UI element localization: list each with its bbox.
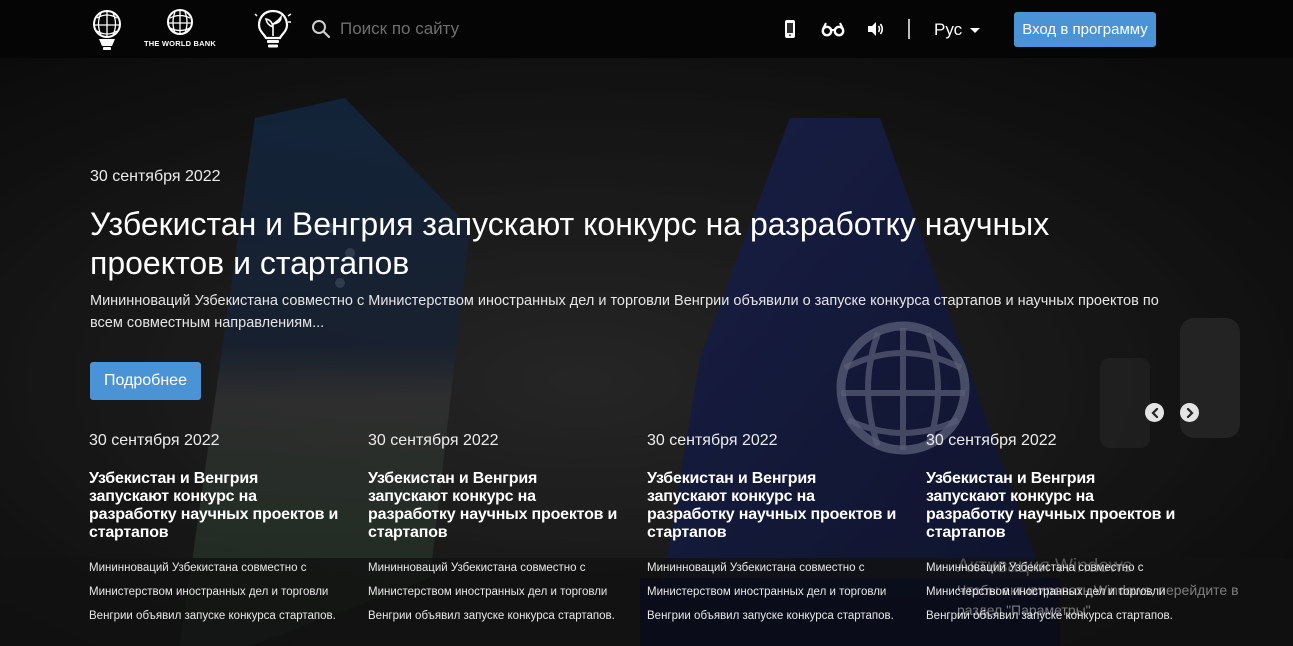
search-icon[interactable] xyxy=(310,18,332,40)
news-card[interactable]: 30 сентября 2022 Узбекистан и Венгрия за… xyxy=(368,432,630,628)
news-card-date: 30 сентября 2022 xyxy=(926,432,1057,449)
top-navigation-bar: THE WORLD BANK Поиск по сайту Рус Вход в… xyxy=(0,0,1293,58)
bulb-logo-icon[interactable] xyxy=(254,8,292,52)
world-bank-logo-text: THE WORLD BANK xyxy=(144,39,216,48)
toolbar-divider xyxy=(908,19,910,39)
mobile-icon[interactable] xyxy=(778,18,802,40)
language-selector[interactable]: Рус xyxy=(934,19,981,41)
carousel-prev-button[interactable] xyxy=(1145,403,1164,422)
news-card-date: 30 сентября 2022 xyxy=(368,432,499,449)
news-card-title[interactable]: Узбекистан и Венгрия запускают конкурс н… xyxy=(647,470,897,542)
speaker-icon[interactable] xyxy=(863,18,887,40)
news-card-title[interactable]: Узбекистан и Венгрия запускают конкурс н… xyxy=(368,470,618,542)
news-card[interactable]: 30 сентября 2022 Узбекистан и Венгрия за… xyxy=(647,432,909,628)
login-button[interactable]: Вход в программу xyxy=(1014,12,1156,47)
language-label: Рус xyxy=(934,20,963,39)
news-card-title[interactable]: Узбекистан и Венгрия запускают конкурс н… xyxy=(926,470,1176,542)
read-more-button[interactable]: Подробнее xyxy=(90,362,201,400)
hero-date: 30 сентября 2022 xyxy=(90,168,221,185)
world-bank-logo-icon[interactable]: THE WORLD BANK xyxy=(140,8,220,52)
windows-activation-subtitle: Чтобы активировать Windows, перейдите в … xyxy=(957,582,1239,618)
hero-description: Мининноваций Узбекистана совместно с Мин… xyxy=(90,293,1159,331)
search-bar xyxy=(310,16,570,42)
search-input[interactable] xyxy=(340,16,570,42)
caret-down-icon xyxy=(970,28,981,33)
glasses-icon[interactable] xyxy=(820,18,846,40)
news-card-text: Мининноваций Узбекистана совместно с Мин… xyxy=(647,562,894,622)
news-card-text: Мининноваций Узбекистана совместно с Мин… xyxy=(368,562,615,622)
windows-activation-title: Активация Windows xyxy=(957,556,1133,577)
news-card-title[interactable]: Узбекистан и Венгрия запускают конкурс н… xyxy=(89,470,339,542)
chevron-right-icon xyxy=(1186,407,1194,418)
hero-title: Узбекистан и Венгрия запускают конкурс н… xyxy=(90,206,1050,281)
news-card-date: 30 сентября 2022 xyxy=(647,432,778,449)
chevron-left-icon xyxy=(1150,407,1158,418)
news-card-date: 30 сентября 2022 xyxy=(89,432,220,449)
ministry-logo-icon[interactable] xyxy=(88,8,126,52)
carousel-next-button[interactable] xyxy=(1180,403,1199,422)
news-card-text: Мининноваций Узбекистана совместно с Мин… xyxy=(89,562,336,622)
news-card[interactable]: 30 сентября 2022 Узбекистан и Венгрия за… xyxy=(89,432,351,628)
